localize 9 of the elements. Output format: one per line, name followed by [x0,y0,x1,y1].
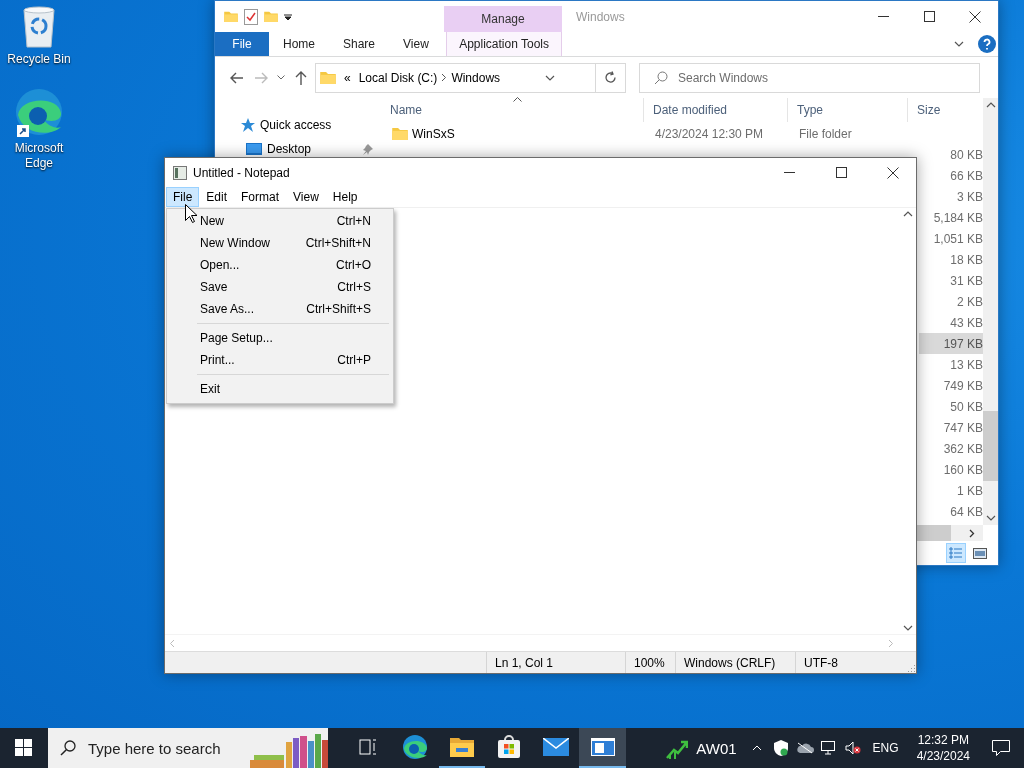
status-text: UTF-8 [795,652,900,673]
file-type: File folder [799,126,852,141]
window-title: Untitled - Notepad [193,165,291,180]
status-text: Ln 1, Col 1 [486,652,625,673]
status-text: Windows (CRLF) [675,652,795,673]
context-tab-header: Manage [444,6,562,32]
date-modified: 4/23/2024 12:30 PM [655,126,764,141]
window-title: Windows [576,9,626,24]
status-text: 100% [625,652,675,673]
